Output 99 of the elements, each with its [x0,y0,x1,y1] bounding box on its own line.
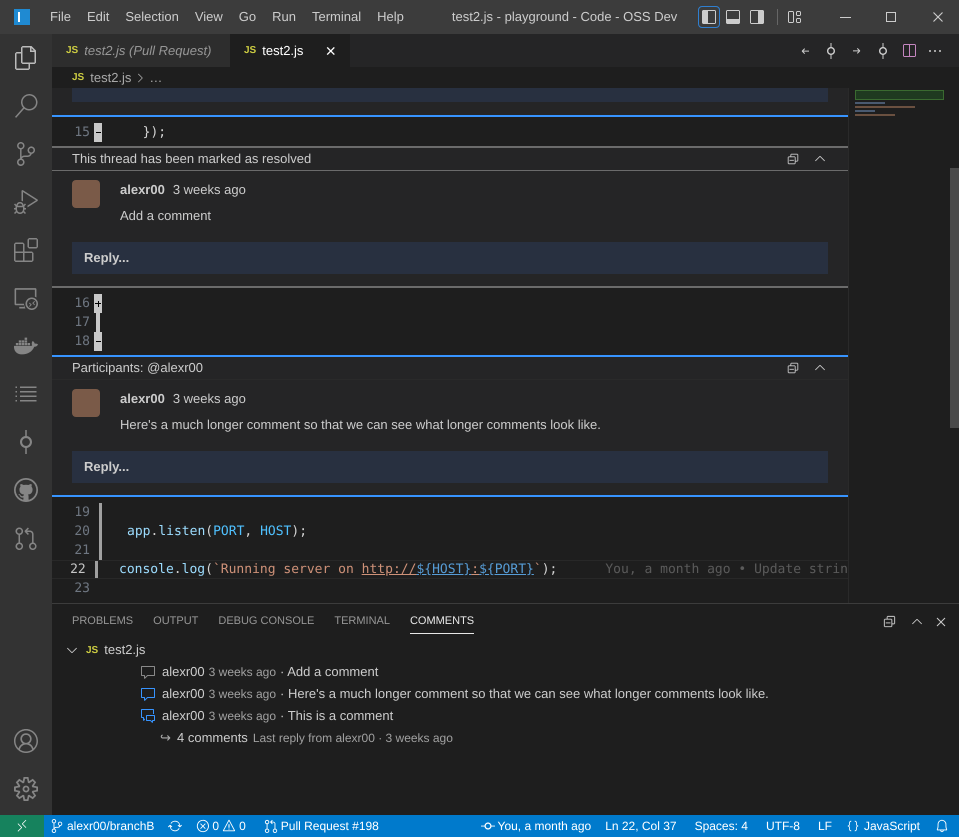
line-number: 22 [69,560,87,579]
account-icon[interactable] [14,729,38,753]
editor-tab[interactable]: JS test2.js (Pull Request) [52,34,230,67]
menu-item[interactable]: View [186,7,231,27]
line-number: 23 [73,580,91,598]
avatar-placeholder [72,389,100,417]
sync-icon[interactable] [168,819,182,833]
comment-tree-item[interactable]: alexr00 3 weeks ago · Here's a much longer comment so that we can see what longer comments look like. [52,683,959,705]
comment-time: 3 weeks ago [172,181,246,199]
panel-tab[interactable]: TERMINAL [334,608,390,634]
status-item[interactable]: LF [808,817,841,835]
code-line: console.log(`Running server on http://${HOST}:${PORT}`); [119,560,558,579]
menu-item[interactable]: Selection [117,7,187,27]
menu-item[interactable]: File [42,7,79,27]
file-name[interactable]: test2.js [104,640,146,660]
error-icon [196,819,210,833]
author-name: alexr00 [162,663,205,682]
reply-detail: Last reply from alexr00 · 3 weeks ago [252,730,453,747]
author-name[interactable]: alexr00 [120,389,165,408]
panel-tab[interactable]: COMMENTS [410,608,474,634]
problems-status[interactable]: 0 0 [192,817,250,835]
branch-status[interactable]: alexr00/branchB [46,817,158,835]
layout-icon[interactable] [786,9,802,25]
comments-icon [140,708,156,724]
reply-arrow-icon: ↪ [160,728,171,748]
comment-time: 3 weeks ago [208,708,276,725]
reply-field[interactable] [72,88,828,102]
line-number: 16 [73,294,91,313]
line-number: 20 [73,522,91,541]
comment-text: Here's a much longer comment so that we can see what longer comments look like. [120,416,601,434]
minus-marker-icon[interactable] [94,123,102,142]
menu-item[interactable]: Help [369,7,412,27]
status-item[interactable]: Ln 22, Col 37 [596,817,686,835]
scrollbar-thumb[interactable] [950,168,959,428]
code-line: }); [142,124,166,142]
maximize-icon[interactable] [883,9,899,25]
comment-text: · Add a comment [280,663,378,682]
menu-item[interactable]: Go [230,7,264,27]
reply-count[interactable]: 4 comments [177,728,248,748]
comment-time: 3 weeks ago [208,686,276,703]
comment-tree-item[interactable]: alexr00 3 weeks ago · This is a comment [52,705,959,727]
panel-tab[interactable]: DEBUG CONSOLE [218,608,314,634]
blame-status[interactable]: You, a month ago [476,817,596,835]
author-name: alexr00 [162,685,205,704]
panel-tab[interactable]: PROBLEMS [72,608,134,634]
collapse-icon[interactable] [786,361,800,375]
pull-request-status[interactable]: Pull Request #198 [260,817,383,835]
thread-header: This thread has been marked as resolved [72,150,312,168]
close-tab-icon[interactable]: × [325,42,336,60]
panel-tab[interactable]: OUTPUT [153,608,198,634]
notifications-icon[interactable] [935,819,949,833]
comment-time: 3 weeks ago [208,664,276,681]
collapse-icon[interactable] [786,152,800,166]
js-file-icon: JS [86,642,98,658]
author-name: alexr00 [162,707,205,726]
avatar-placeholder [72,180,100,208]
language-status[interactable]: JavaScript [840,817,925,835]
remote-icon [15,819,29,833]
author-name[interactable]: alexr00 [120,180,165,200]
comment-icon [140,664,156,680]
braces-icon [846,819,860,833]
js-file-icon: JS [66,43,78,58]
line-number: 18 [73,332,91,351]
menu-item[interactable]: Terminal [304,7,370,27]
line-number: 21 [73,542,91,560]
editor-tab[interactable]: JS test2.js × [230,34,350,67]
pull-request-icon [264,819,278,833]
breadcrumb-more[interactable]: … [149,68,162,88]
comment-text: · Here's a much longer comment so that we can see what longer comments look like. [280,685,769,704]
maximize-panel-icon[interactable] [882,614,897,629]
layout-toggle-icon[interactable] [698,6,720,28]
menu-item[interactable]: Edit [78,7,118,27]
split-editor-icon[interactable] [901,42,917,58]
thread-header: Participants: @alexr00 [72,359,203,378]
comment-time: 3 weeks ago [172,390,246,408]
comment-icon [140,686,156,702]
js-file-icon: JS [244,43,256,58]
breadcrumb-file[interactable]: test2.js [90,68,132,88]
comment-tree-item[interactable]: alexr00 3 weeks ago · Add a comment [52,661,959,683]
reply-field[interactable]: Reply... [72,242,828,274]
status-item[interactable]: Spaces: 4 [686,817,757,835]
line-number: 17 [73,314,91,332]
line-number: 15 [73,124,91,142]
line-number: 19 [73,504,91,522]
warning-icon [222,819,236,833]
plus-marker-icon[interactable] [94,294,102,313]
reply-field[interactable]: Reply... [72,451,828,483]
js-file-icon: JS [72,70,84,85]
minus-marker-icon[interactable] [94,332,102,351]
code-line: app.listen(PORT, HOST); [127,522,308,541]
comment-text: Add a comment [120,206,212,224]
branch-icon [50,819,64,833]
status-item[interactable]: UTF-8 [756,817,809,835]
comment-text: · This is a comment [280,707,394,726]
menu-item[interactable]: Run [264,7,304,27]
app-logo-icon [14,9,30,25]
settings-icon[interactable] [14,777,38,801]
window-title: test2.js - playground - Code - OSS Dev [452,8,678,26]
blame-annotation: You, a month ago • Update strin [605,560,848,579]
